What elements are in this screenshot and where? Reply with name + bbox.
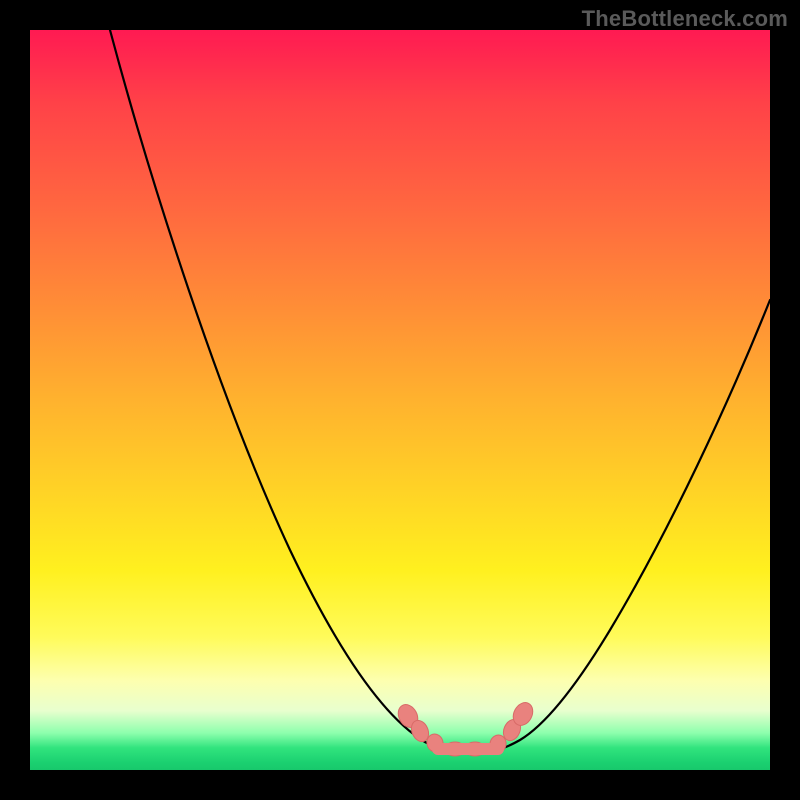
curve-layer <box>30 30 770 770</box>
curve-right-branch <box>500 300 770 749</box>
curve-left-branch <box>110 30 444 749</box>
marker-group <box>394 699 536 756</box>
marker-floor-bar <box>432 743 504 755</box>
plot-area <box>30 30 770 770</box>
chart-frame: TheBottleneck.com <box>0 0 800 800</box>
watermark-text: TheBottleneck.com <box>582 6 788 32</box>
